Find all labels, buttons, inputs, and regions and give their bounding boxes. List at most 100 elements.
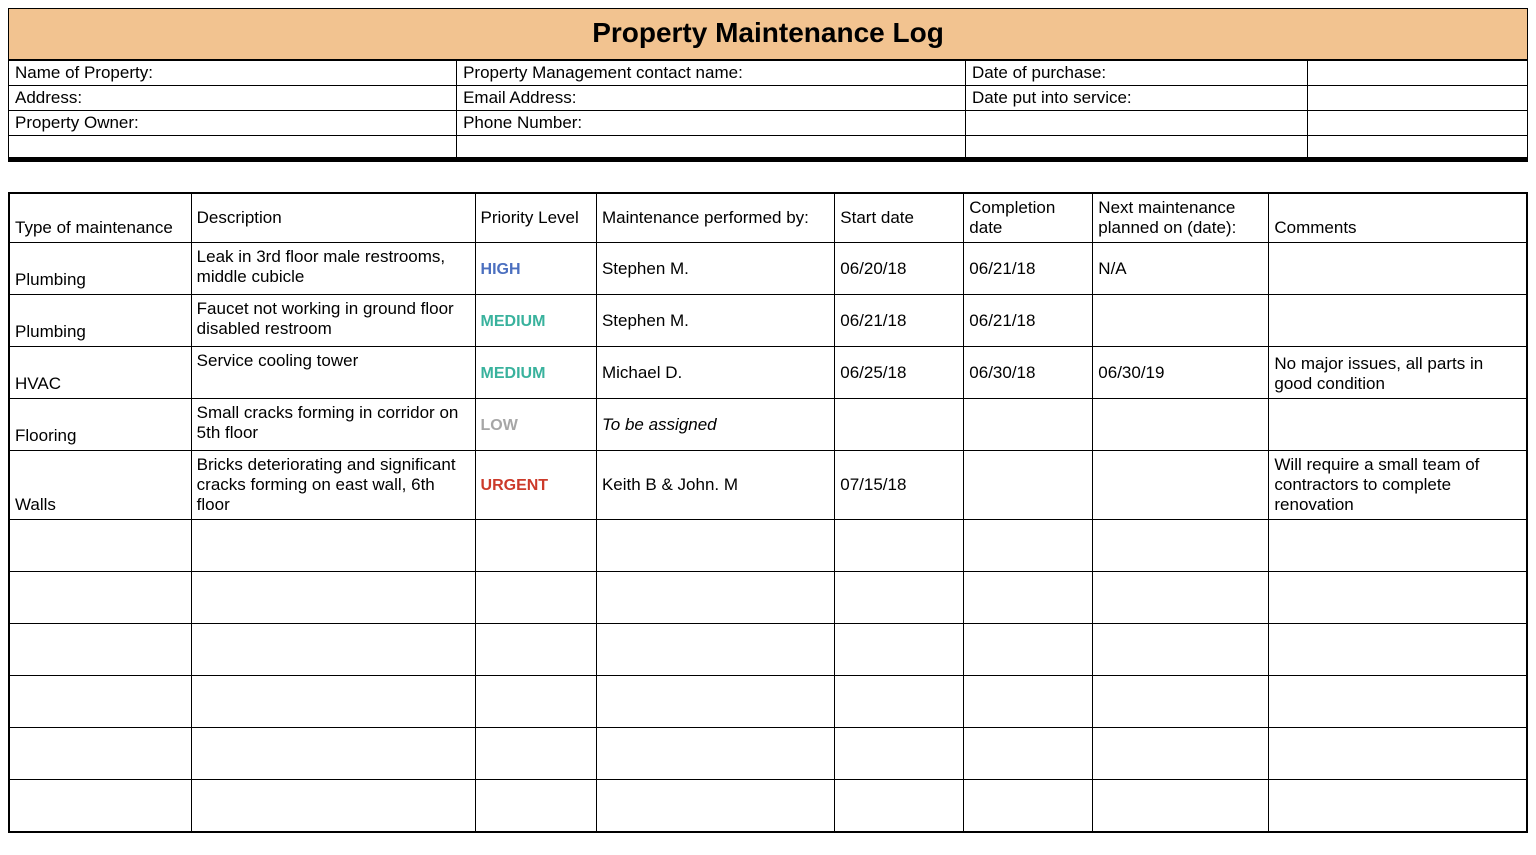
log-cell-comments[interactable] [1269,780,1527,832]
info-cell[interactable] [1307,86,1527,111]
log-cell-start[interactable] [835,399,964,451]
log-cell-priority[interactable]: MEDIUM [475,347,596,399]
info-cell[interactable] [9,136,457,158]
log-cell-type[interactable]: HVAC [9,347,191,399]
log-cell-priority[interactable] [475,780,596,832]
log-cell-type[interactable]: Walls [9,451,191,520]
log-cell-start[interactable] [835,780,964,832]
log-cell-type[interactable] [9,520,191,572]
log-cell-comments[interactable] [1269,399,1527,451]
log-cell-type[interactable]: Plumbing [9,295,191,347]
log-cell-start[interactable] [835,572,964,624]
log-cell-next[interactable] [1093,780,1269,832]
info-cell[interactable]: Address: [9,86,457,111]
log-cell-priority[interactable] [475,572,596,624]
log-cell-priority[interactable] [475,728,596,780]
log-cell-by[interactable]: Stephen M. [596,243,834,295]
log-cell-start[interactable]: 07/15/18 [835,451,964,520]
log-cell-type[interactable] [9,624,191,676]
log-cell-next[interactable] [1093,572,1269,624]
log-cell-type[interactable] [9,572,191,624]
log-cell-priority[interactable]: HIGH [475,243,596,295]
log-cell-desc[interactable] [191,728,475,780]
log-cell-priority[interactable] [475,520,596,572]
log-cell-next[interactable]: N/A [1093,243,1269,295]
log-cell-start[interactable]: 06/20/18 [835,243,964,295]
log-cell-desc[interactable]: Faucet not working in ground floor disab… [191,295,475,347]
log-cell-comments[interactable] [1269,520,1527,572]
log-cell-complete[interactable]: 06/21/18 [964,243,1093,295]
log-cell-by[interactable]: Michael D. [596,347,834,399]
log-cell-by[interactable] [596,728,834,780]
log-cell-desc[interactable]: Service cooling tower [191,347,475,399]
log-cell-comments[interactable] [1269,572,1527,624]
log-cell-complete[interactable] [964,451,1093,520]
log-cell-desc[interactable]: Bricks deteriorating and significant cra… [191,451,475,520]
info-cell[interactable] [1307,61,1527,86]
log-cell-comments[interactable]: Will require a small team of contractors… [1269,451,1527,520]
log-cell-start[interactable] [835,728,964,780]
log-cell-start[interactable] [835,624,964,676]
info-cell[interactable]: Property Management contact name: [457,61,966,86]
log-cell-desc[interactable]: Leak in 3rd floor male restrooms, middle… [191,243,475,295]
log-cell-start[interactable] [835,676,964,728]
info-cell[interactable] [965,111,1307,136]
log-cell-desc[interactable]: Small cracks forming in corridor on 5th … [191,399,475,451]
log-cell-comments[interactable] [1269,676,1527,728]
log-cell-desc[interactable] [191,520,475,572]
log-cell-by[interactable] [596,676,834,728]
log-cell-complete[interactable] [964,780,1093,832]
log-cell-complete[interactable] [964,572,1093,624]
log-cell-complete[interactable] [964,520,1093,572]
log-cell-complete[interactable]: 06/21/18 [964,295,1093,347]
log-cell-by[interactable]: Keith B & John. M [596,451,834,520]
log-cell-priority[interactable]: URGENT [475,451,596,520]
log-cell-desc[interactable] [191,780,475,832]
log-cell-comments[interactable] [1269,243,1527,295]
log-cell-type[interactable] [9,728,191,780]
log-cell-by[interactable] [596,624,834,676]
log-cell-complete[interactable] [964,676,1093,728]
log-cell-next[interactable] [1093,399,1269,451]
log-cell-priority[interactable] [475,624,596,676]
log-cell-priority[interactable] [475,676,596,728]
log-cell-priority[interactable]: LOW [475,399,596,451]
log-cell-next[interactable] [1093,624,1269,676]
log-cell-next[interactable] [1093,295,1269,347]
log-cell-comments[interactable] [1269,728,1527,780]
log-cell-desc[interactable] [191,624,475,676]
info-cell[interactable] [1307,136,1527,158]
info-cell[interactable]: Name of Property: [9,61,457,86]
log-cell-type[interactable] [9,676,191,728]
log-cell-next[interactable] [1093,520,1269,572]
log-cell-desc[interactable] [191,676,475,728]
log-cell-next[interactable] [1093,451,1269,520]
log-cell-by[interactable]: To be assigned [596,399,834,451]
log-cell-priority[interactable]: MEDIUM [475,295,596,347]
log-cell-type[interactable]: Flooring [9,399,191,451]
info-cell[interactable]: Phone Number: [457,111,966,136]
log-cell-start[interactable]: 06/25/18 [835,347,964,399]
log-cell-by[interactable] [596,520,834,572]
info-cell[interactable] [965,136,1307,158]
log-cell-next[interactable] [1093,728,1269,780]
log-cell-type[interactable] [9,780,191,832]
info-cell[interactable]: Email Address: [457,86,966,111]
log-cell-start[interactable] [835,520,964,572]
log-cell-comments[interactable]: No major issues, all parts in good condi… [1269,347,1527,399]
log-cell-by[interactable]: Stephen M. [596,295,834,347]
info-cell[interactable] [1307,111,1527,136]
log-cell-complete[interactable] [964,728,1093,780]
info-cell[interactable]: Date of purchase: [965,61,1307,86]
log-cell-complete[interactable] [964,399,1093,451]
log-cell-comments[interactable] [1269,624,1527,676]
log-cell-type[interactable]: Plumbing [9,243,191,295]
log-cell-complete[interactable] [964,624,1093,676]
info-cell[interactable]: Property Owner: [9,111,457,136]
log-cell-next[interactable] [1093,676,1269,728]
log-cell-comments[interactable] [1269,295,1527,347]
log-cell-by[interactable] [596,572,834,624]
log-cell-by[interactable] [596,780,834,832]
log-cell-next[interactable]: 06/30/19 [1093,347,1269,399]
info-cell[interactable] [457,136,966,158]
